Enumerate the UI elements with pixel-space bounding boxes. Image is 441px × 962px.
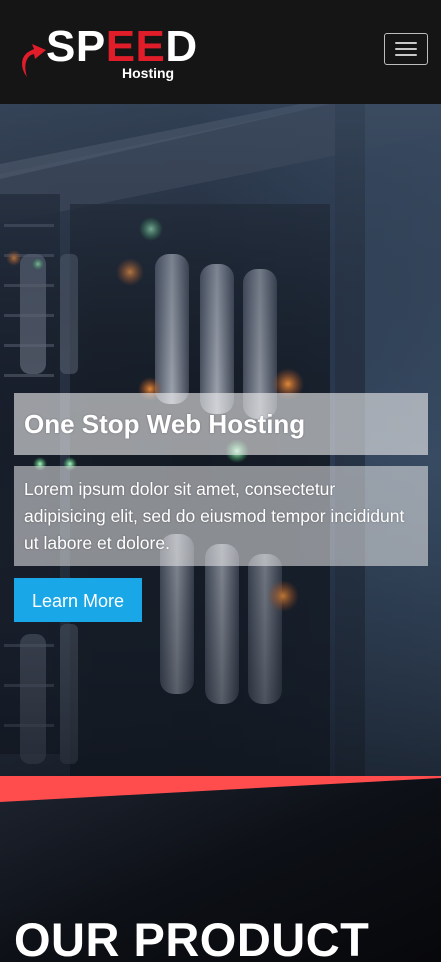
description-panel: Lorem ipsum dolor sit amet, consectetur … (14, 466, 428, 566)
headline-panel: One Stop Web Hosting (14, 393, 428, 455)
hero-banner: One Stop Web Hosting Lorem ipsum dolor s… (0, 104, 441, 804)
logo-subtitle: Hosting (122, 65, 175, 81)
product-section: OUR PRODUCT (0, 776, 441, 962)
hamburger-menu-button[interactable] (384, 33, 428, 65)
hamburger-menu-icon (395, 42, 417, 44)
hamburger-bar (395, 54, 417, 56)
hamburger-bar (395, 48, 417, 50)
speed-hosting-logo[interactable]: SPEED Hosting (18, 24, 198, 84)
site-header: SPEED Hosting (0, 0, 441, 104)
logo-wordmark: SPEED (46, 22, 198, 71)
section-title: OUR PRODUCT (14, 913, 370, 962)
hero-headline: One Stop Web Hosting (24, 409, 306, 439)
red-arrow-logo-icon (22, 44, 46, 77)
learn-more-button[interactable]: Learn More (14, 578, 142, 622)
hero-description: Lorem ipsum dolor sit amet, consectetur … (24, 479, 405, 553)
